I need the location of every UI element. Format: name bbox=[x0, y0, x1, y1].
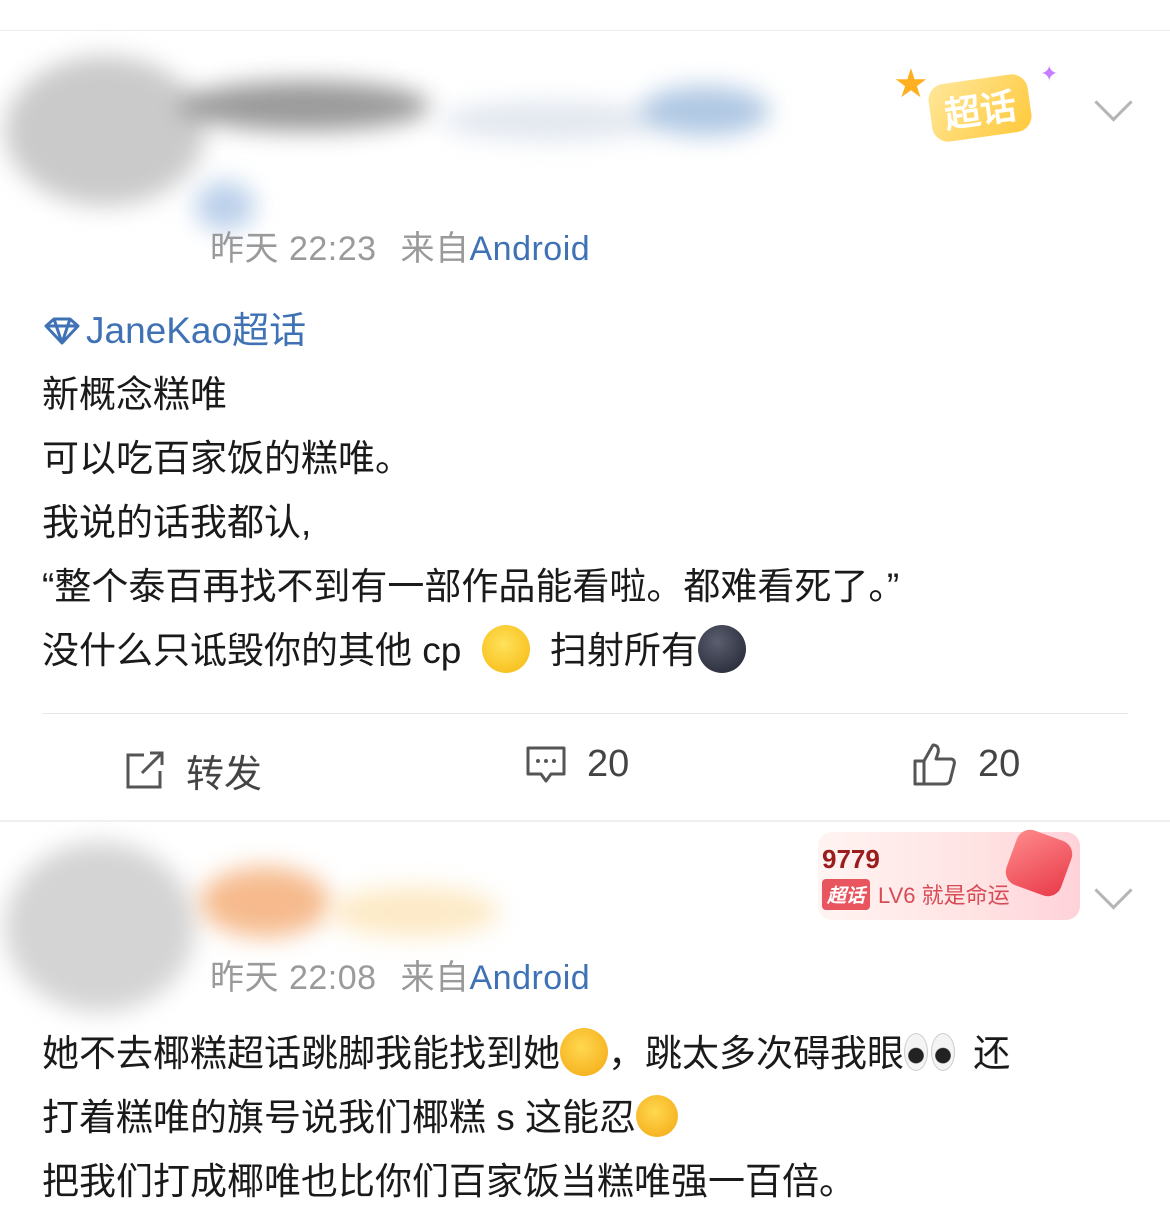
repost-button[interactable]: 转发 bbox=[122, 743, 262, 798]
content-text: 扫射所有 bbox=[549, 630, 698, 671]
content-text: 还 bbox=[973, 1033, 1011, 1074]
content-line: 她不去椰糕超话跳脚我能找到她 ，跳太多次碍我眼 还 bbox=[42, 1022, 1010, 1086]
hugging-face-emoji bbox=[560, 1028, 608, 1077]
wink-emoji bbox=[481, 625, 530, 674]
like-count: 20 bbox=[978, 742, 1021, 785]
username-obscured[interactable] bbox=[180, 81, 430, 131]
avatar[interactable] bbox=[5, 842, 195, 1012]
like-button[interactable]: 20 bbox=[912, 741, 1020, 787]
star-sparkle-icon: ★ bbox=[893, 62, 929, 106]
post-content: 她不去椰糕超话跳脚我能找到她 ，跳太多次碍我眼 还 打着糕唯的旗号说我们椰糕 s … bbox=[42, 1022, 1010, 1214]
avatar[interactable] bbox=[5, 56, 205, 206]
level-row: 超话 LV6 就是命运 bbox=[822, 878, 1010, 910]
source-link[interactable]: Android bbox=[469, 959, 590, 997]
post-content: JaneKao超话 新概念糕唯 可以吃百家饭的糕唯。 我说的话我都认, “整个泰… bbox=[42, 299, 899, 683]
source-prefix: 来自 bbox=[400, 959, 470, 997]
content-line: 把我们打成椰唯也比你们百家饭当糕唯强一百倍。 bbox=[42, 1161, 856, 1202]
eyes-emoji bbox=[904, 1033, 955, 1072]
source-prefix: 来自 bbox=[400, 230, 470, 268]
content-text: 打着糕唯的旗号说我们椰糕 s 这能忍 bbox=[42, 1097, 637, 1138]
sparkle-icon: ✦ bbox=[1040, 61, 1059, 86]
chevron-down-icon[interactable] bbox=[1094, 83, 1133, 122]
content-line: 打着糕唯的旗号说我们椰糕 s 这能忍 bbox=[42, 1086, 1010, 1150]
user-badges-obscured-2 bbox=[640, 86, 770, 136]
actions-divider bbox=[42, 713, 1128, 714]
weibo-post: 昨天 22:08 来自Android 9779 超话 LV6 就是命运 她不去椰… bbox=[0, 822, 1170, 1225]
comment-icon bbox=[526, 746, 566, 782]
content-text: ，跳太多次碍我眼 bbox=[608, 1033, 904, 1074]
supertopic-badge-label: 超话 bbox=[941, 85, 1019, 136]
content-line: “整个泰百再找不到有一部作品能看啦。都难看死了。” bbox=[42, 566, 900, 607]
content-text: 没什么只诋毁你的其他 cp bbox=[42, 630, 462, 671]
comment-button[interactable]: 20 bbox=[525, 743, 629, 786]
timestamp: 昨天 22:08 bbox=[210, 959, 377, 997]
chevron-down-icon[interactable] bbox=[1094, 871, 1133, 910]
supertopic-badge[interactable]: 超话 bbox=[926, 72, 1034, 144]
new-moon-face-emoji bbox=[697, 625, 746, 674]
comment-count: 20 bbox=[587, 743, 630, 785]
content-text: 她不去椰糕超话跳脚我能找到她 bbox=[42, 1033, 560, 1074]
repost-icon bbox=[126, 751, 164, 788]
level-tag: 超话 bbox=[822, 878, 871, 910]
timestamp: 昨天 22:23 bbox=[210, 230, 377, 268]
repost-label: 转发 bbox=[186, 754, 263, 796]
weibo-post: 昨天 22:23 来自Android ★ 超话 ✦ JaneKao超话 新概念糕… bbox=[0, 31, 1170, 820]
level-text: LV6 就是命运 bbox=[878, 883, 1010, 908]
thinking-face-emoji bbox=[636, 1095, 679, 1138]
thumbs-up-icon bbox=[913, 743, 956, 786]
diamond-icon bbox=[44, 317, 80, 345]
username-obscured[interactable] bbox=[200, 867, 330, 937]
content-line: 我说的话我都认, bbox=[42, 502, 312, 543]
topic-link[interactable]: JaneKao超话 bbox=[42, 299, 899, 363]
topic-label: JaneKao超话 bbox=[86, 310, 307, 351]
fan-number: 9779 bbox=[822, 844, 880, 874]
source-link[interactable]: Android bbox=[469, 230, 590, 268]
post-meta: 昨天 22:08 来自Android bbox=[210, 950, 590, 999]
content-line: 新概念糕唯 bbox=[42, 374, 227, 415]
user-badges-obscured bbox=[440, 101, 660, 141]
user-badges-obscured bbox=[330, 887, 500, 937]
post-meta: 昨天 22:23 来自Android bbox=[210, 221, 590, 270]
content-line: 可以吃百家饭的糕唯。 bbox=[42, 438, 412, 479]
content-line: 没什么只诋毁你的其他 cp 扫射所有 bbox=[42, 619, 899, 683]
